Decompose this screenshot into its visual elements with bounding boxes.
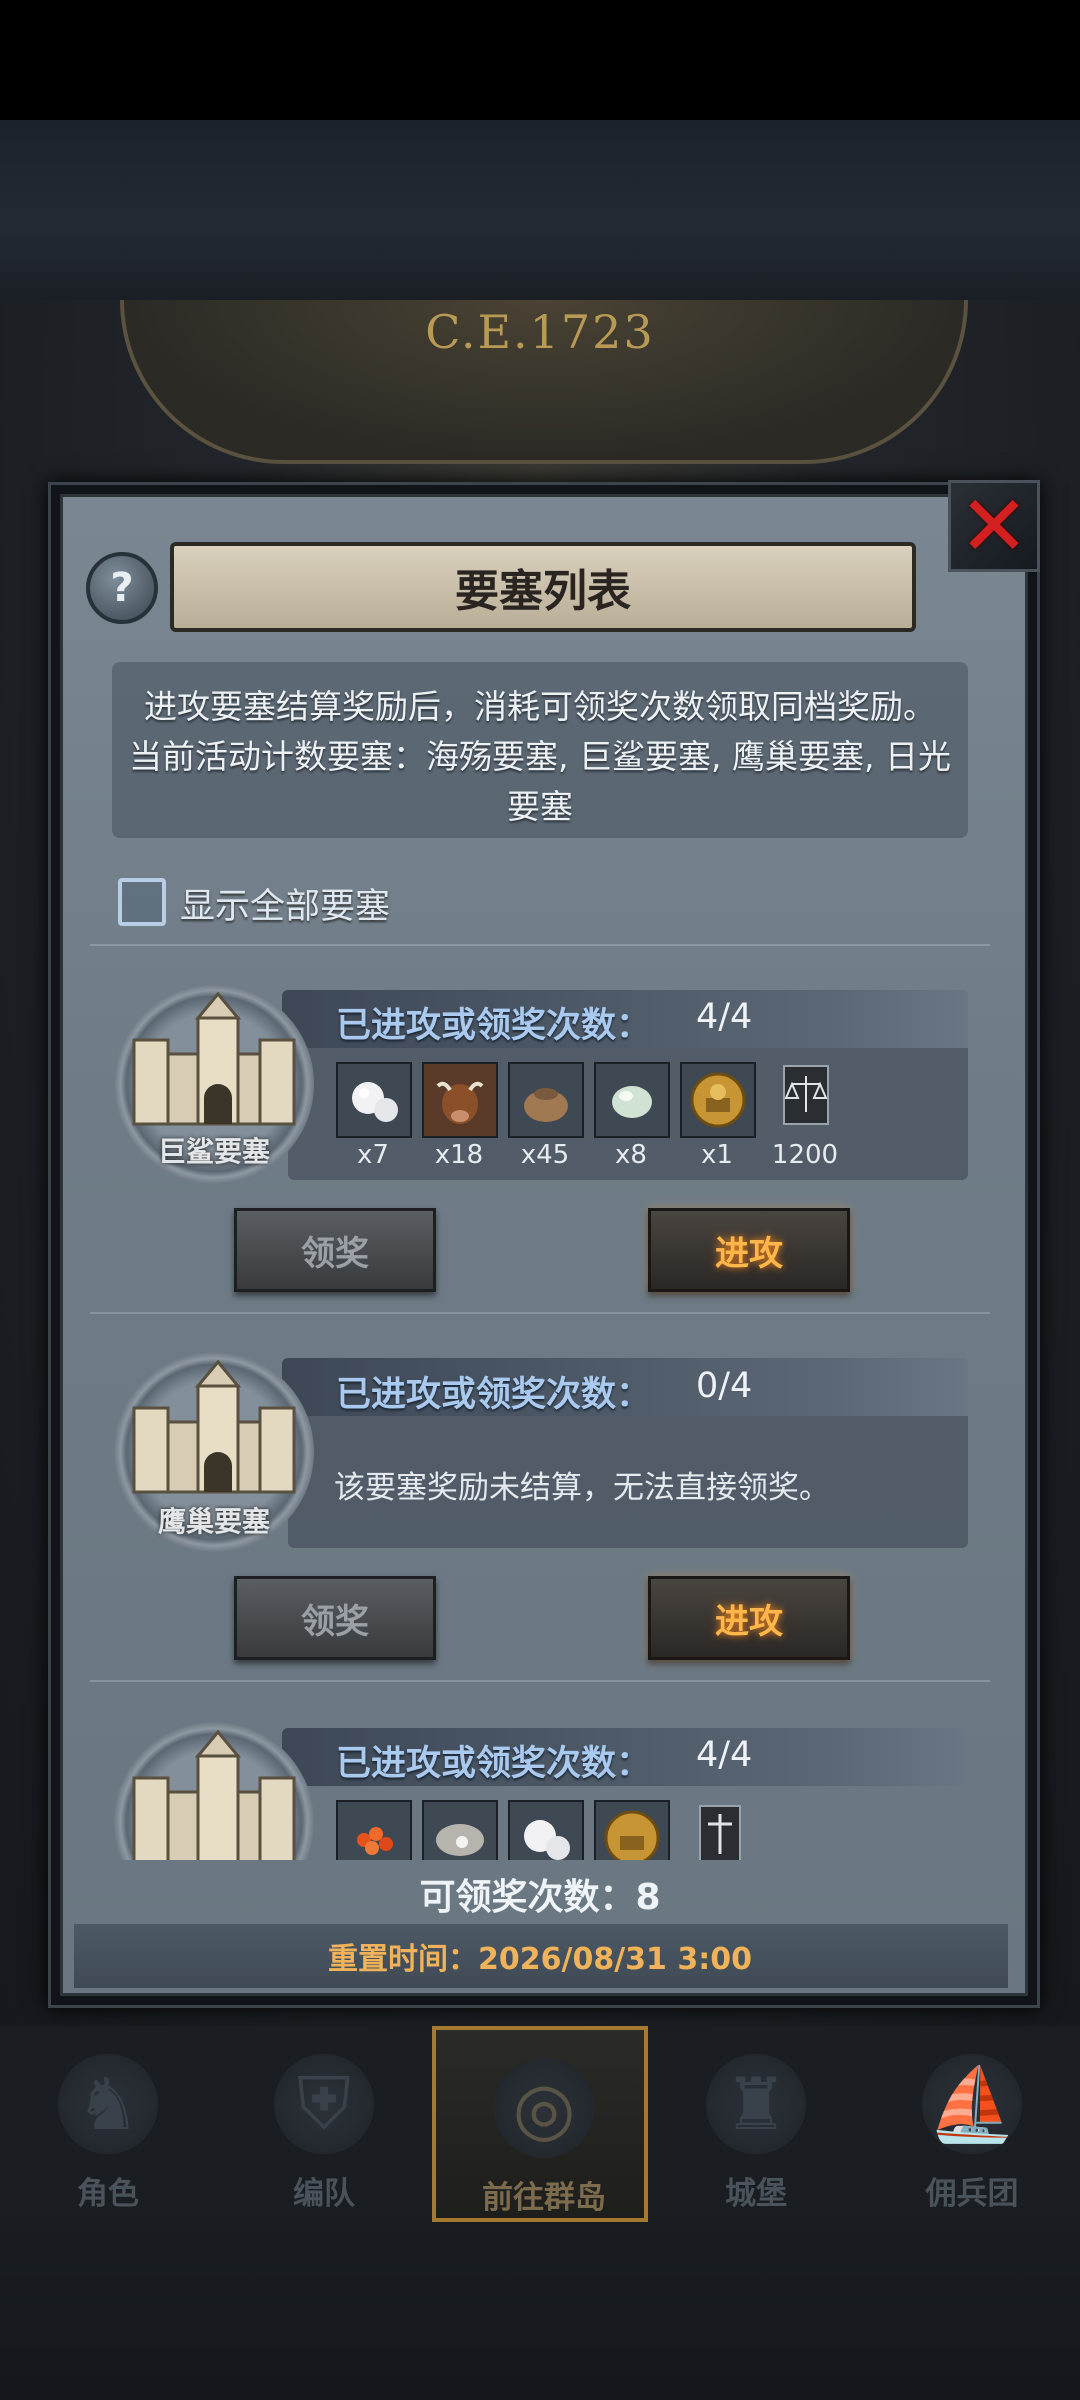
ship-icon: ⛵ bbox=[922, 2054, 1022, 2154]
cattle-icon[interactable] bbox=[422, 1062, 498, 1138]
count-value: 0/4 bbox=[696, 1366, 753, 1406]
globe-icon: ◎ bbox=[494, 2058, 594, 2158]
gold-helmet-icon[interactable] bbox=[594, 1800, 670, 1860]
fortress-entry-clipped: 已进攻或领奖次数： 4/4 bbox=[100, 1720, 980, 1860]
background-band bbox=[0, 120, 1080, 300]
fame-scale-icon[interactable] bbox=[770, 1062, 842, 1134]
knight-icon: ♞ bbox=[58, 2054, 158, 2154]
divider bbox=[90, 1680, 990, 1682]
banner-icon[interactable] bbox=[684, 1800, 756, 1860]
reward-qty: 1200 bbox=[771, 1140, 839, 1170]
nav-item-character[interactable]: ♞ 角色 bbox=[0, 2026, 216, 2222]
show-all-label[interactable]: 显示全部要塞 bbox=[180, 878, 390, 929]
reset-time: 重置时间：2026/08/31 3:00 bbox=[328, 1942, 752, 1977]
claim-button[interactable]: 领奖 bbox=[234, 1576, 436, 1660]
nav-item-islands[interactable]: ◎ 前往群岛 bbox=[432, 2026, 648, 2222]
nav-label: 城堡 bbox=[725, 2176, 787, 2212]
title-plate: 要塞列表 bbox=[170, 542, 916, 632]
era-label: C.E.1723 bbox=[425, 305, 655, 359]
nav-item-formation[interactable]: ⛨ 编队 bbox=[216, 2026, 432, 2222]
roe-icon[interactable] bbox=[336, 1800, 412, 1860]
nav-item-mercenary[interactable]: ⛵ 佣兵团 bbox=[864, 2026, 1080, 2222]
pearl-icon[interactable] bbox=[336, 1062, 412, 1138]
reward-qty: x8 bbox=[615, 1140, 647, 1170]
show-all-checkbox[interactable] bbox=[118, 878, 166, 926]
reward-qty: x7 bbox=[357, 1140, 389, 1170]
divider bbox=[90, 944, 990, 946]
gem-icon[interactable] bbox=[594, 1062, 670, 1138]
castle-icon bbox=[132, 1729, 296, 1860]
attack-button[interactable]: 进攻 bbox=[648, 1208, 850, 1292]
sack-icon[interactable] bbox=[508, 1062, 584, 1138]
bottom-navigation: ♞ 角色 ⛨ 编队 ◎ 前往群岛 ♜ 城堡 ⛵ 佣兵团 bbox=[0, 2026, 1080, 2222]
claim-button[interactable]: 领奖 bbox=[234, 1208, 436, 1292]
attack-button[interactable]: 进攻 bbox=[648, 1576, 850, 1660]
fortress-name: 鹰巢要塞 bbox=[157, 1505, 270, 1538]
question-icon: ? bbox=[110, 565, 134, 611]
gold-helmet-icon[interactable] bbox=[680, 1062, 756, 1138]
helmet-icon: ⛨ bbox=[274, 2054, 374, 2154]
count-label: 已进攻或领奖次数： bbox=[336, 1744, 652, 1784]
count-label: 已进攻或领奖次数： bbox=[336, 1006, 652, 1046]
reward-qty: x45 bbox=[520, 1140, 570, 1170]
reward-qty: x18 bbox=[434, 1140, 484, 1170]
reward-qty: x1 bbox=[701, 1140, 733, 1170]
castle-icon: ♜ bbox=[706, 2054, 806, 2154]
close-icon: ✕ bbox=[958, 477, 1030, 575]
fortress-emblem bbox=[114, 1722, 314, 1860]
fortress-name: 巨鲨要塞 bbox=[157, 1135, 270, 1168]
nav-label: 前往群岛 bbox=[482, 2180, 606, 2216]
count-label: 已进攻或领奖次数： bbox=[336, 1375, 652, 1415]
nav-label: 编队 bbox=[293, 2176, 355, 2212]
claimable-count: 可领奖次数：8 bbox=[419, 1877, 661, 1918]
description-line-3: 要塞 bbox=[507, 787, 573, 826]
modal-title: 要塞列表 bbox=[455, 566, 631, 617]
count-value: 4/4 bbox=[696, 1735, 753, 1775]
divider bbox=[90, 1312, 990, 1314]
oyster-icon[interactable] bbox=[422, 1800, 498, 1860]
status-bar-area bbox=[0, 0, 1080, 120]
nav-item-castle[interactable]: ♜ 城堡 bbox=[648, 2026, 864, 2222]
close-button[interactable]: ✕ bbox=[948, 480, 1040, 572]
nav-label: 角色 bbox=[77, 2176, 139, 2212]
nav-label: 佣兵团 bbox=[925, 2176, 1019, 2212]
description-line-2: 当前活动计数要塞：海殇要塞, 巨鲨要塞, 鹰巢要塞, 日光 bbox=[129, 737, 951, 776]
count-value: 4/4 bbox=[696, 997, 753, 1037]
description-line-1: 进攻要塞结算奖励后，消耗可领奖次数领取同档奖励。 bbox=[144, 687, 936, 726]
help-button[interactable]: ? bbox=[86, 552, 158, 624]
unsettled-message: 该要塞奖励未结算，无法直接领奖。 bbox=[334, 1470, 830, 1506]
pearl-icon[interactable] bbox=[508, 1800, 584, 1860]
